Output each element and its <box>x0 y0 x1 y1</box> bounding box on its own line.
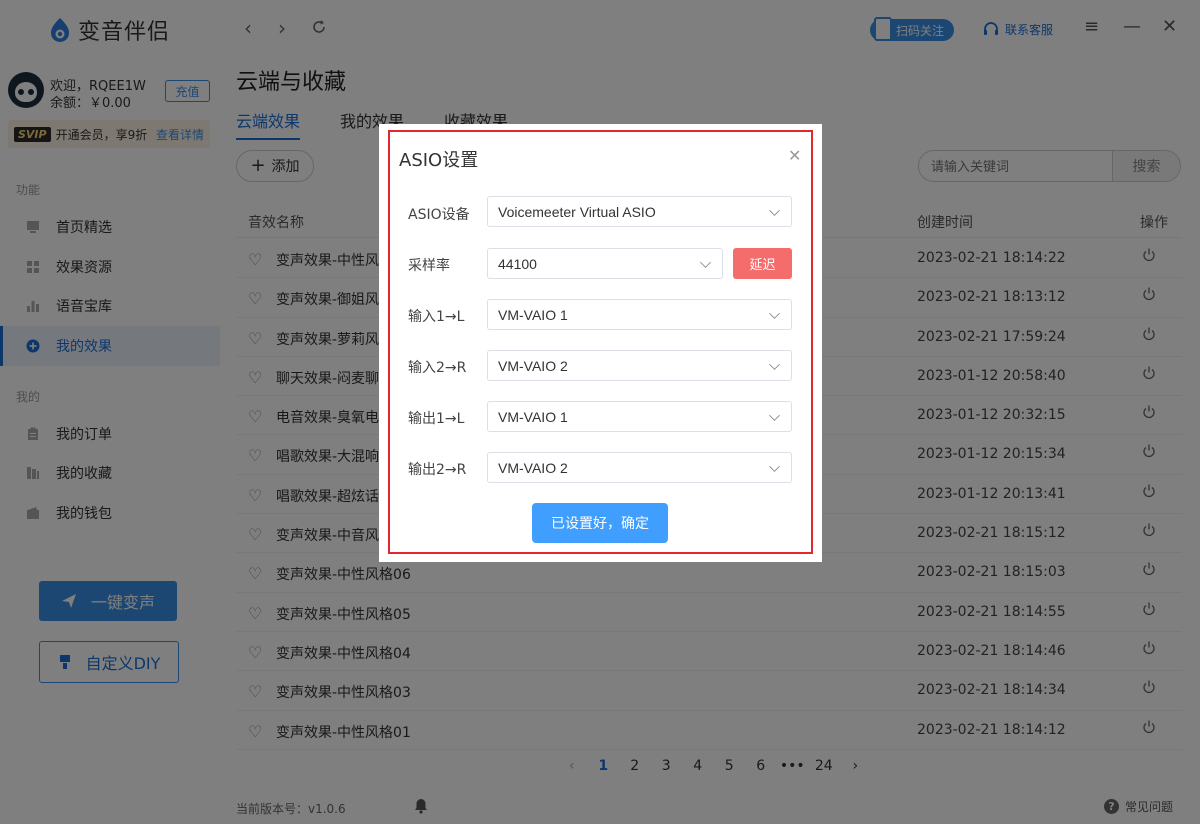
output1-select[interactable]: VM-VAIO 1 <box>487 401 792 432</box>
sample-rate-label: 采样率 <box>408 258 450 274</box>
input1-value: VM-VAIO 1 <box>498 306 568 323</box>
chevron-down-icon <box>769 461 780 472</box>
confirm-button[interactable]: 已设置好，确定 <box>532 503 668 543</box>
chevron-down-icon <box>769 410 780 421</box>
chevron-down-icon <box>769 359 780 370</box>
asio-device-value: Voicemeeter Virtual ASIO <box>498 203 656 220</box>
input2-label: 输入2→R <box>408 360 467 376</box>
close-icon[interactable]: ✕ <box>788 146 801 165</box>
chevron-down-icon <box>769 308 780 319</box>
sample-rate-value: 44100 <box>498 255 537 272</box>
sample-rate-select[interactable]: 44100 <box>487 248 723 279</box>
asio-settings-dialog: ASIO设置 ✕ ASIO设备 Voicemeeter Virtual ASIO… <box>379 124 822 562</box>
output1-value: VM-VAIO 1 <box>498 408 568 425</box>
asio-device-select[interactable]: Voicemeeter Virtual ASIO <box>487 196 792 227</box>
dialog-title: ASIO设置 <box>399 150 479 171</box>
output2-select[interactable]: VM-VAIO 2 <box>487 452 792 483</box>
output2-value: VM-VAIO 2 <box>498 459 568 476</box>
input1-select[interactable]: VM-VAIO 1 <box>487 299 792 330</box>
highlight-frame <box>388 130 813 554</box>
input2-value: VM-VAIO 2 <box>498 357 568 374</box>
delay-button[interactable]: 延迟 <box>733 248 792 279</box>
chevron-down-icon <box>700 257 711 268</box>
output1-label: 输出1→L <box>408 411 465 427</box>
input1-label: 输入1→L <box>408 309 465 325</box>
chevron-down-icon <box>769 205 780 216</box>
asio-device-label: ASIO设备 <box>408 207 470 223</box>
input2-select[interactable]: VM-VAIO 2 <box>487 350 792 381</box>
output2-label: 输出2→R <box>408 462 467 478</box>
